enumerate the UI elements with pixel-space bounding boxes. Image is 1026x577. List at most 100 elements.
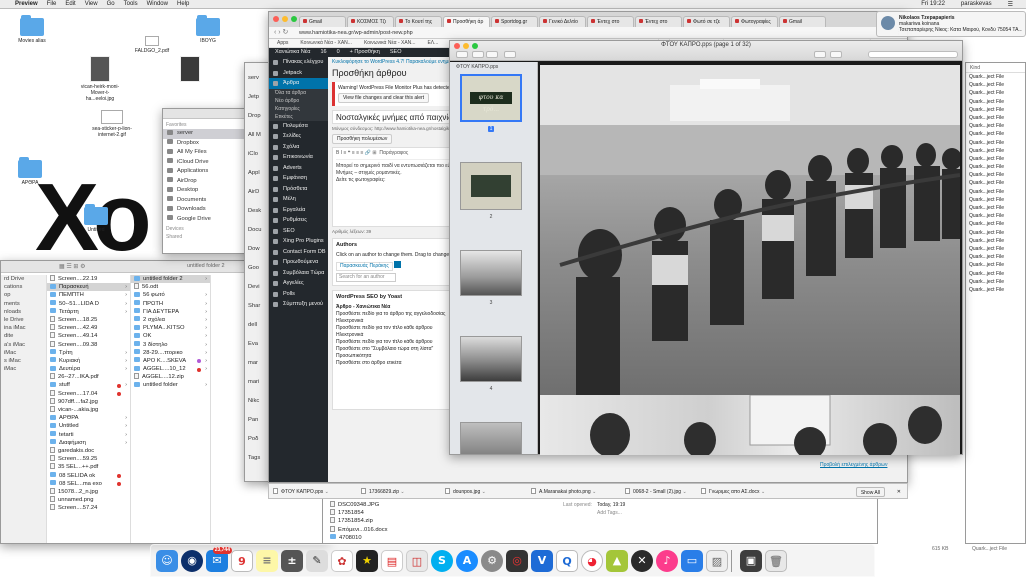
list-item[interactable]: 28-29....ττορικο › bbox=[131, 349, 210, 357]
list-item[interactable]: ΠΕΜΠΤΗ › bbox=[47, 291, 130, 299]
list-item[interactable]: Quark...ject File bbox=[966, 106, 1025, 114]
list-item[interactable]: ΑΡΘΡΑ › bbox=[47, 414, 130, 422]
view-file-changes-button[interactable]: View file changes and clear this alert bbox=[338, 93, 430, 103]
slide-thumbnail[interactable] bbox=[460, 250, 522, 296]
list-item[interactable]: Τρίτη › bbox=[47, 349, 130, 357]
list-item[interactable]: Quark...ject File bbox=[966, 204, 1025, 212]
list-item[interactable]: Quark...ject File bbox=[966, 237, 1025, 245]
admin-bar-item[interactable]: SEO bbox=[390, 49, 402, 55]
url-field[interactable]: www.hamiotika-nea.gr/wp-admin/post-new.p… bbox=[299, 29, 449, 37]
admin-menu-item[interactable]: Άρθρα bbox=[269, 78, 328, 89]
browser-tab[interactable]: Έντεχ στο bbox=[635, 16, 682, 27]
list-item[interactable]: APO K....SKEVA › bbox=[131, 357, 210, 365]
close-button[interactable] bbox=[273, 16, 279, 22]
browser-tab[interactable]: ΚΟΣΜΟΣ Τζι bbox=[347, 16, 394, 27]
list-item[interactable]: Δευτέρα › bbox=[47, 365, 130, 373]
sidebar-item[interactable]: iMac bbox=[1, 365, 46, 373]
list-item[interactable]: untitled folder 2 › bbox=[131, 275, 210, 284]
list-item[interactable]: Quark...ject File bbox=[966, 98, 1025, 106]
list-item[interactable]: Screen....09.38 bbox=[47, 340, 130, 349]
sidebar-item[interactable]: op bbox=[1, 291, 46, 299]
list-item[interactable]: Quark...ject File bbox=[966, 114, 1025, 122]
keynote-icon[interactable]: ▭ bbox=[681, 549, 703, 572]
list-item[interactable]: stuff › bbox=[47, 381, 130, 389]
list-item[interactable]: Untitled › bbox=[47, 422, 130, 430]
list-item[interactable]: Quark...ject File bbox=[966, 278, 1025, 286]
menu-file[interactable]: File bbox=[47, 1, 57, 7]
list-item[interactable]: tetarti › bbox=[47, 431, 130, 439]
notification-center-icon[interactable]: ☰ bbox=[1008, 1, 1013, 8]
bookmark-item[interactable]: Κοινωνικά Νέα - ΧΑΝ... bbox=[364, 40, 416, 46]
list-item[interactable]: Quark...ject File bbox=[966, 163, 1025, 171]
admin-submenu-item[interactable]: Ετικέτες bbox=[269, 113, 328, 121]
list-item[interactable]: 2 σχόλια › bbox=[131, 316, 210, 324]
game-star-icon[interactable]: ★ bbox=[356, 549, 378, 572]
admin-submenu-item[interactable]: Νέο άρθρο bbox=[269, 97, 328, 105]
list-item[interactable]: Quark...ject File bbox=[966, 122, 1025, 130]
vectorworks-icon[interactable]: V bbox=[531, 549, 553, 572]
minimize-button[interactable] bbox=[282, 16, 288, 22]
chevron-down-icon[interactable]: ⌄ bbox=[480, 489, 486, 495]
list-item[interactable]: Quark...ject File bbox=[966, 130, 1025, 138]
chevron-down-icon[interactable]: ⌄ bbox=[681, 489, 686, 495]
list-item[interactable]: AGGEL....10_12 › bbox=[131, 365, 210, 373]
desktop-icon[interactable]: Movies alias bbox=[10, 15, 54, 44]
sidebar-item[interactable]: s iMac bbox=[1, 357, 46, 365]
notes-icon[interactable]: ≡ bbox=[256, 549, 278, 572]
slide-thumbnail[interactable]: φτου κα τρό... bbox=[460, 74, 522, 122]
download-item[interactable]: A.Maranakai photo.png ⌄ bbox=[531, 487, 611, 497]
list-item[interactable]: Τετάρτη › bbox=[47, 308, 130, 316]
itunes-icon[interactable]: ♪ bbox=[656, 549, 678, 572]
add-tags-field[interactable]: Add Tags... bbox=[597, 510, 622, 516]
list-item[interactable]: Quark...ject File bbox=[966, 270, 1025, 278]
list-item[interactable]: 907dff....fa2.jpg bbox=[47, 397, 130, 406]
list-item[interactable]: 08 SELIDA ok bbox=[47, 472, 130, 480]
notification-banner[interactable]: Nikolaos Tzepapapieris makariwa koinana … bbox=[876, 11, 1026, 37]
add-media-button[interactable]: Προσθήκη πολυμέσων bbox=[332, 134, 393, 144]
admin-menu-item[interactable]: Adverts bbox=[269, 163, 328, 174]
menu-window[interactable]: Window bbox=[147, 1, 168, 7]
system-preferences-icon[interactable]: ⚙ bbox=[481, 549, 503, 572]
skype-icon[interactable]: S bbox=[431, 549, 453, 572]
show-all-button[interactable]: Show All bbox=[855, 487, 885, 497]
menu-app-name[interactable]: Preview bbox=[15, 1, 38, 7]
download-item[interactable]: dounpos.jpg ⌄ bbox=[445, 487, 525, 497]
list-item[interactable]: Quark...ject File bbox=[966, 196, 1025, 204]
siri-icon[interactable]: ◉ bbox=[181, 549, 203, 572]
bookmark-item[interactable]: Κοινωνικά Νέα - ΧΑΝ... bbox=[300, 40, 352, 46]
rotate-icon[interactable] bbox=[830, 51, 842, 58]
admin-menu-item[interactable]: Πίνακας ελέγχου bbox=[269, 57, 328, 68]
list-item[interactable]: vican-...akia.jpg bbox=[47, 406, 130, 414]
sidebar-item[interactable]: nloads bbox=[1, 308, 46, 316]
photos-icon[interactable]: ✿ bbox=[331, 549, 353, 572]
bookmark-item[interactable]: ΕΛ... bbox=[427, 40, 438, 46]
list-item[interactable]: Screen....42.49 bbox=[47, 324, 130, 332]
admin-menu-item[interactable]: Πολυμέσα bbox=[269, 121, 328, 132]
list-item[interactable]: 17351854.zip bbox=[327, 517, 417, 525]
download-item[interactable]: 17366829.zip ⌄ bbox=[361, 487, 441, 497]
markup-icon[interactable] bbox=[814, 51, 826, 58]
list-item[interactable]: 26--27...IKA.pdf bbox=[47, 373, 130, 381]
sidebar-item[interactable]: ments bbox=[1, 300, 46, 308]
browser-tab[interactable]: Gmail bbox=[779, 16, 826, 27]
admin-menu-item[interactable]: Εργαλεία bbox=[269, 205, 328, 216]
list-item[interactable]: Screen....18.25 bbox=[47, 315, 130, 324]
list-item[interactable]: 4708010 bbox=[327, 534, 417, 542]
admin-menu-item[interactable]: Πρόσθετα bbox=[269, 184, 328, 195]
list-item[interactable]: 17351854 bbox=[327, 509, 417, 517]
photo-booth-icon[interactable]: ◫ bbox=[406, 549, 428, 572]
search-input[interactable] bbox=[868, 51, 958, 58]
sidebar-item[interactable]: ina iMac bbox=[1, 324, 46, 332]
news-icon[interactable]: ▤ bbox=[381, 549, 403, 572]
clock[interactable]: Fri 19:22 bbox=[921, 1, 945, 8]
desktop-icon[interactable]: vican-heirk-moni-Mover-t-ha...eeloi.jpg bbox=[78, 56, 122, 102]
user-name[interactable]: paraskevas bbox=[961, 1, 992, 8]
list-item[interactable]: Επόμενι...016.docx bbox=[327, 525, 417, 534]
admin-menu-item[interactable]: Εμφάνιση bbox=[269, 173, 328, 184]
list-item[interactable]: Διαφήμιση › bbox=[47, 439, 130, 447]
list-item[interactable]: 50--51...LIDA D › bbox=[47, 300, 130, 308]
admin-menu-item[interactable]: SEO bbox=[269, 226, 328, 237]
admin-submenu-item[interactable]: Κατηγορίες bbox=[269, 105, 328, 113]
sidebar-item[interactable]: cations bbox=[1, 283, 46, 291]
list-item[interactable]: Quark...ject File bbox=[966, 89, 1025, 97]
